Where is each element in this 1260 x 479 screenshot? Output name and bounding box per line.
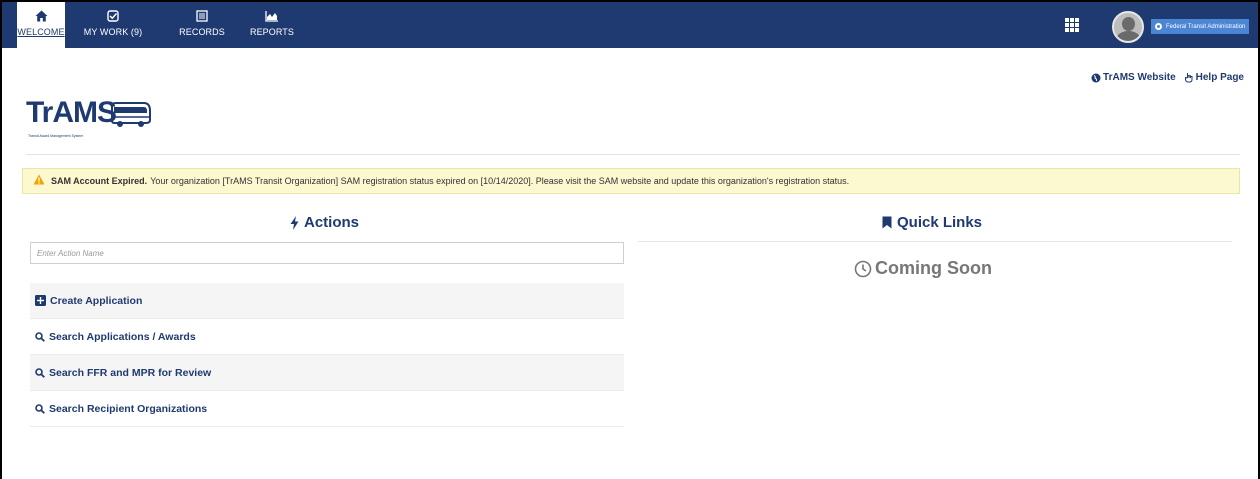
tab-records-label: RECORDS (179, 27, 225, 37)
bolt-icon (290, 215, 299, 230)
search-recipient-organizations-label: Search Recipient Organizations (49, 402, 208, 415)
user-avatar-icon[interactable] (1112, 11, 1144, 43)
alert-title: SAM Account Expired. (51, 176, 148, 186)
action-search-input[interactable] (30, 242, 624, 264)
search-ffr-mpr-label: Search FFR and MPR for Review (49, 366, 212, 379)
logo-text: TrAMS (26, 96, 117, 129)
top-nav-bar: WELCOME MY WORK (9) RECORDS REPORTS Fede… (0, 0, 1260, 48)
trams-website-label: TrAMS Website (1103, 72, 1176, 83)
checkbox-icon (107, 10, 119, 26)
alert-message: Your organization [TrAMS Transit Organiz… (150, 176, 850, 186)
search-icon (35, 403, 45, 414)
tab-records[interactable]: RECORDS (172, 2, 232, 48)
tab-reports-label: REPORTS (249, 27, 295, 37)
clock-icon (854, 260, 872, 277)
records-icon (196, 10, 208, 26)
trams-website-link[interactable]: TrAMS Website (1091, 72, 1176, 83)
search-ffr-mpr-link[interactable]: Search FFR and MPR for Review (30, 355, 624, 391)
tab-my-work[interactable]: MY WORK (9) (78, 2, 148, 48)
help-page-label: Help Page (1195, 72, 1244, 83)
create-application-label: Create Application (50, 294, 143, 307)
search-recipient-organizations-link[interactable]: Search Recipient Organizations (30, 391, 624, 427)
header-links: TrAMS Website Help Page (1091, 72, 1244, 83)
actions-list: Create Application Search Applications /… (30, 283, 624, 427)
quick-links-title: Quick Links (897, 214, 983, 231)
create-application-link[interactable]: Create Application (30, 283, 624, 319)
logo-tagline: Transit Award Management System (28, 134, 84, 138)
trams-logo: TrAMS Transit Award Management System (26, 96, 156, 146)
plus-square-icon (35, 295, 46, 306)
reports-chart-icon (265, 10, 279, 26)
home-icon (35, 10, 48, 26)
quick-links-divider (638, 241, 1232, 242)
help-page-link[interactable]: Help Page (1184, 72, 1244, 83)
organization-icon (1155, 23, 1162, 30)
header-divider (26, 154, 1240, 155)
warning-icon (33, 174, 45, 188)
apps-grid-icon[interactable] (1065, 18, 1079, 32)
tab-welcome[interactable]: WELCOME (17, 2, 65, 48)
search-icon (35, 331, 45, 342)
hand-pointer-icon (1184, 73, 1193, 83)
coming-soon-message: Coming Soon (854, 258, 992, 279)
search-applications-awards-link[interactable]: Search Applications / Awards (30, 319, 624, 355)
actions-heading: Actions (290, 214, 359, 231)
search-applications-awards-label: Search Applications / Awards (49, 330, 196, 343)
bus-logo-icon (111, 102, 151, 127)
search-icon (35, 367, 45, 378)
coming-soon-label: Coming Soon (875, 258, 992, 278)
globe-icon (1091, 73, 1101, 82)
organization-button[interactable]: Federal Transit Administration (1151, 19, 1249, 34)
quick-links-heading: Quick Links (882, 214, 982, 231)
organization-button-label: Federal Transit Administration (1166, 23, 1246, 30)
bookmark-icon (882, 216, 892, 229)
tab-welcome-label: WELCOME (17, 27, 65, 37)
actions-title: Actions (304, 214, 360, 231)
tab-my-work-label: MY WORK (9) (83, 27, 143, 37)
sam-expired-alert: SAM Account Expired. Your organization [… (22, 168, 1240, 194)
tab-reports[interactable]: REPORTS (244, 2, 300, 48)
